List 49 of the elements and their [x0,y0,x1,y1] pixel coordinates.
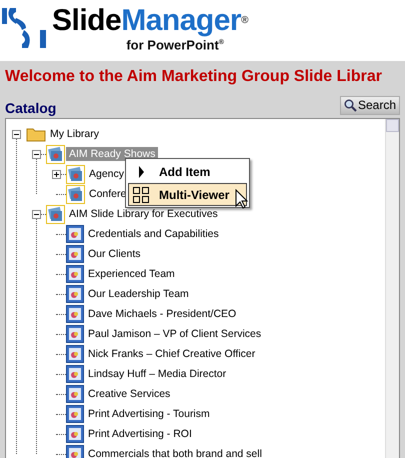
search-icon [344,98,357,112]
tree-item-label[interactable]: Experienced Team [85,267,178,281]
tree-item-label[interactable]: Lindsay Huff – Media Director [85,367,230,381]
slide-icon [66,405,84,423]
tree-item-label[interactable]: My Library [47,127,102,141]
logo-icon [2,6,46,50]
slide-icon [66,385,84,403]
collapse-toggle-icon[interactable] [32,150,40,158]
collapse-toggle-icon[interactable] [12,130,20,138]
menu-item[interactable]: Add Item [128,160,247,183]
slideshow-icon [46,204,65,224]
collapse-toggle-icon[interactable] [32,210,40,218]
brand-wordmark: SlideManager$^{®}$ [52,6,248,36]
tree-item-label[interactable]: Agency [86,167,128,181]
tree-item-label[interactable]: Print Advertising - ROI [85,427,195,441]
slideshow-icon [66,184,85,204]
tree-item-label[interactable]: Creative Services [85,387,174,401]
slideshow-icon [46,144,65,164]
triangle-icon [138,166,144,178]
tree-item-label[interactable]: Print Advertising - Tourism [85,407,213,421]
slide-icon [66,245,84,263]
slide-icon [66,265,84,283]
tree-item-label[interactable]: Paul Jamison – VP of Client Services [85,327,264,341]
slide-icon [66,445,84,458]
slide-icon [66,285,84,303]
expand-toggle-icon[interactable] [52,170,60,178]
tree-item-label[interactable]: Confere [86,187,130,201]
slide-icon [66,365,84,383]
tree-item-label[interactable]: Our Leadership Team [85,287,192,301]
scrollbar[interactable] [385,119,399,458]
menu-item[interactable]: Multi-Viewer [128,183,247,206]
slide-icon [66,425,84,443]
slide-icon [66,325,84,343]
search-button[interactable]: Search [340,96,400,114]
tree-item-label[interactable]: AIM Slide Library for Executives [66,207,221,221]
tree-item-label[interactable]: Dave Michaels - President/CEO [85,307,240,321]
tree-item-label[interactable]: Credentials and Capabilities [85,227,222,241]
slide-icon [66,225,84,243]
grid-icon [132,186,150,204]
tree-item-label[interactable]: Commercials that both brand and sell [85,447,265,458]
tree-item-label[interactable]: Nick Franks – Chief Creative Officer [85,347,258,361]
slide-icon [66,305,84,323]
tree-item-label[interactable]: Our Clients [85,247,144,261]
welcome-heading: Welcome to the Aim Marketing Group Slide Librar [4,67,383,87]
slideshow-icon [66,164,85,184]
folder-icon [26,126,46,142]
brand-tagline: for PowerPoint$^{®}$ [126,36,224,52]
slide-icon [66,345,84,363]
catalog-title: Catalog [5,100,56,116]
